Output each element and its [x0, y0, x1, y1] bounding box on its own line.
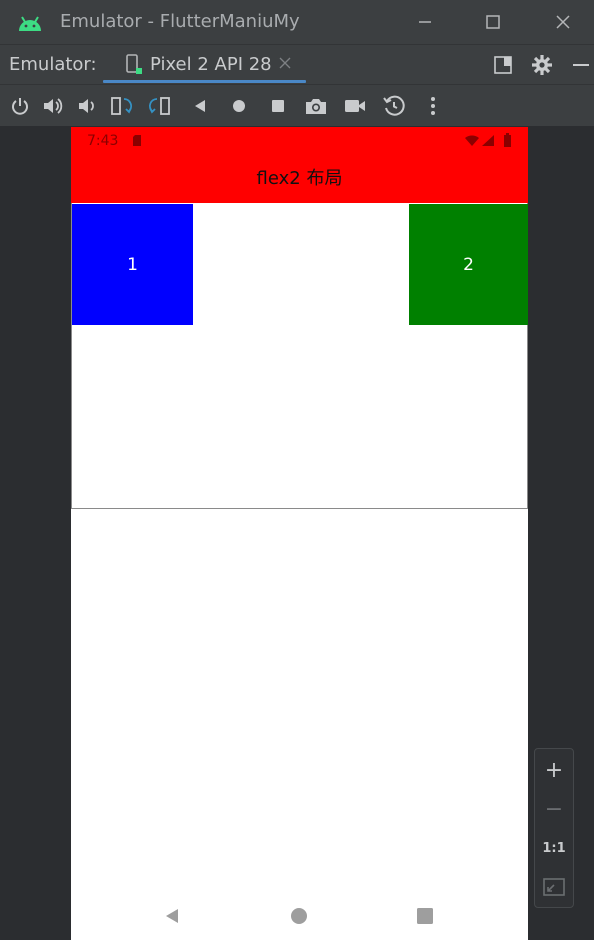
minimize-window-button[interactable] [408, 8, 442, 36]
nav-recents-button[interactable] [415, 906, 435, 926]
snapshot-icon [383, 95, 405, 116]
flex-item-2-label: 2 [463, 254, 474, 275]
camera-icon [306, 99, 326, 114]
emulator-toolbar [0, 84, 594, 126]
zoom-controls: + − 1:1 [534, 748, 574, 908]
screen-record-button[interactable] [343, 94, 367, 118]
nav-back-icon [166, 909, 178, 923]
overview-button[interactable] [266, 94, 290, 118]
cellular-signal-icon [482, 135, 494, 146]
minimize-panel-icon [573, 64, 589, 66]
split-panel-button[interactable] [490, 53, 516, 77]
status-time: 7:43 [87, 133, 119, 149]
minimize-icon [419, 21, 431, 23]
actual-size-button[interactable]: 1:1 [535, 833, 573, 863]
nav-home-button[interactable] [289, 906, 309, 926]
more-options-button[interactable] [421, 94, 445, 118]
volume-down-icon [79, 99, 94, 113]
flex-item-1: 1 [72, 204, 193, 325]
video-icon [345, 100, 365, 112]
snapshot-button[interactable] [382, 94, 406, 118]
device-screen[interactable]: 7:43 flex2 布局 1 2 [71, 127, 528, 940]
emulator-tab-bar: Emulator: Pixel 2 API 28 [0, 44, 594, 84]
volume-up-icon [44, 98, 63, 114]
window-title-bar: Emulator - FlutterManiuMy [0, 0, 594, 44]
active-tab-indicator [103, 80, 306, 83]
fit-screen-icon [543, 878, 565, 896]
back-button[interactable] [188, 94, 212, 118]
android-logo-icon [19, 16, 41, 31]
app-bar-title: flex2 布局 [256, 168, 343, 189]
zoom-out-button[interactable]: − [535, 794, 573, 824]
window-title: Emulator - FlutterManiuMy [60, 11, 300, 32]
rotate-left-icon [111, 97, 132, 115]
hide-panel-button[interactable] [568, 53, 594, 77]
screenshot-button[interactable] [304, 94, 328, 118]
more-icon [431, 97, 435, 115]
power-icon [12, 98, 28, 115]
home-icon [233, 100, 245, 112]
rotate-right-icon [149, 97, 170, 115]
flex-item-1-label: 1 [127, 254, 138, 275]
settings-button[interactable] [529, 53, 555, 77]
volume-up-button[interactable] [41, 94, 65, 118]
tab-pixel-2-api-28[interactable]: Pixel 2 API 28 [103, 45, 306, 85]
fit-screen-button[interactable] [535, 872, 573, 902]
close-window-button[interactable] [546, 8, 580, 36]
battery-icon [504, 133, 511, 147]
overview-icon [272, 100, 284, 112]
rotate-left-button[interactable] [109, 94, 133, 118]
app-bar: flex2 布局 [71, 155, 528, 203]
tab-label: Pixel 2 API 28 [150, 54, 272, 75]
nav-recents-icon [417, 908, 433, 924]
status-bar: 7:43 [71, 127, 528, 155]
zoom-in-button[interactable]: + [535, 755, 573, 785]
home-button[interactable] [227, 94, 251, 118]
back-icon [195, 100, 205, 112]
close-icon [556, 15, 570, 29]
rotate-right-button[interactable] [148, 94, 172, 118]
maximize-window-button[interactable] [476, 8, 510, 36]
gear-icon [532, 55, 552, 75]
tab-close-icon[interactable] [279, 57, 291, 69]
volume-down-button[interactable] [75, 94, 99, 118]
flex-item-2: 2 [409, 204, 528, 325]
wifi-icon [465, 135, 479, 146]
sd-card-icon [133, 135, 141, 146]
power-button[interactable] [8, 94, 32, 118]
device-icon [126, 54, 142, 74]
split-panel-icon [494, 56, 512, 74]
nav-back-button[interactable] [162, 906, 182, 926]
emulator-label: Emulator: [9, 54, 97, 75]
android-nav-bar [71, 892, 528, 940]
nav-home-icon [291, 908, 307, 924]
maximize-icon [486, 15, 500, 29]
